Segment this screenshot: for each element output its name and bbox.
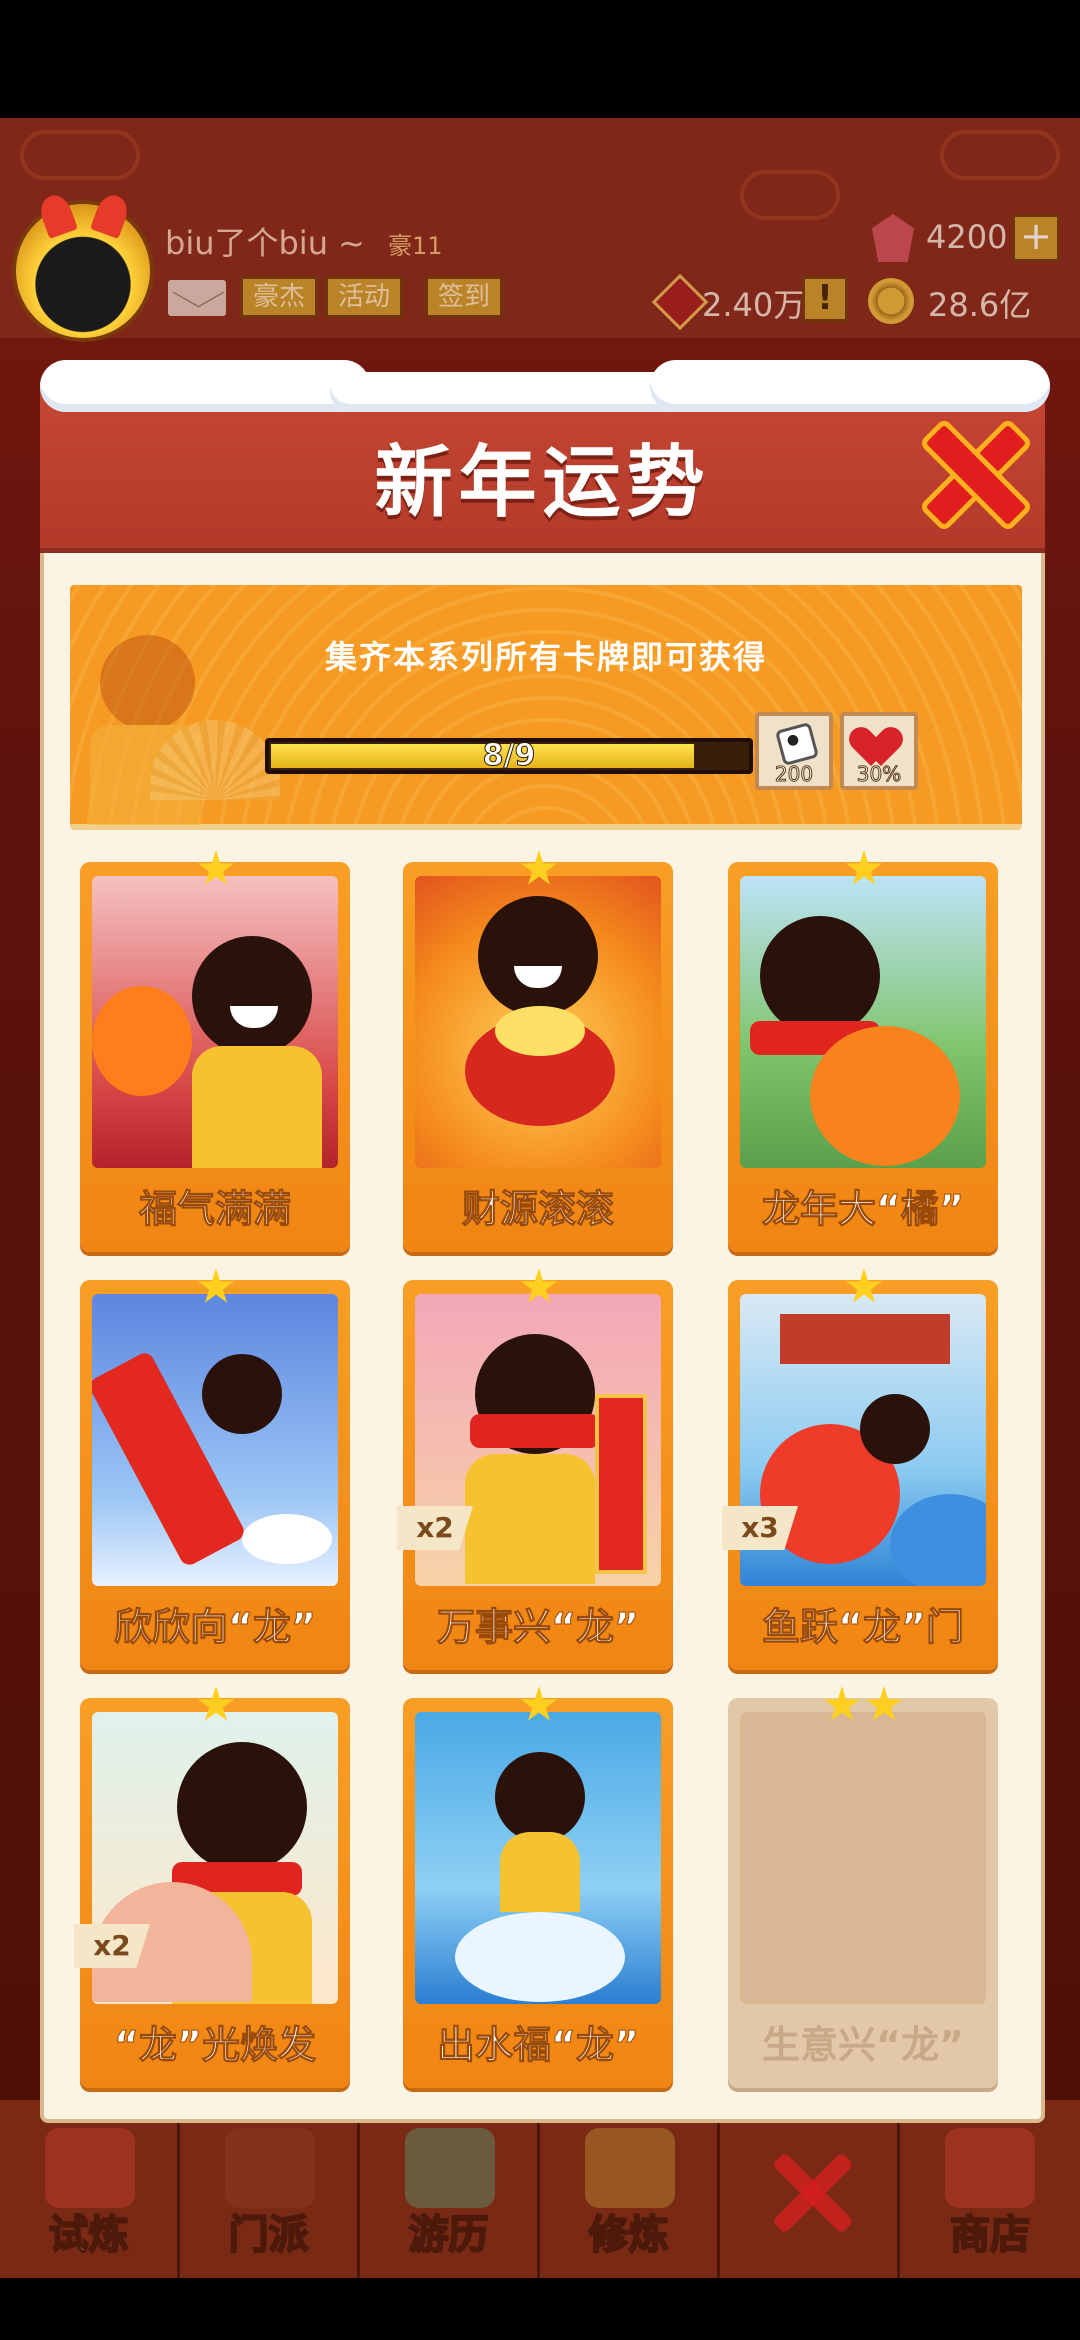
- nav-label: 修炼: [588, 2211, 670, 2259]
- nav-shop[interactable]: 商店: [900, 2100, 1080, 2280]
- card-name: 万事兴“龙”: [437, 1605, 640, 1650]
- cloud-decoration: [20, 130, 140, 180]
- hero-button[interactable]: 豪杰: [240, 276, 319, 318]
- nav-label: 商店: [949, 2211, 1031, 2259]
- card-name: 龙年大“橘”: [762, 1187, 965, 1232]
- coin-count: 28.6亿: [928, 286, 1032, 324]
- alert-icon[interactable]: !: [802, 276, 848, 322]
- cloud-decoration: [740, 170, 840, 220]
- card-art: [415, 1712, 661, 2004]
- card-blessing[interactable]: 福气满满: [80, 850, 350, 1252]
- player-header: [0, 118, 1080, 338]
- nav-travel[interactable]: 游历: [360, 2100, 540, 2280]
- card-name: 福气满满: [138, 1187, 291, 1232]
- card-art: [415, 876, 661, 1168]
- nav-trial[interactable]: 试炼: [0, 2100, 180, 2280]
- travel-icon: [405, 2128, 495, 2208]
- card-name: 鱼跃“龙”门: [762, 1605, 965, 1650]
- nav-sect[interactable]: 门派: [180, 2100, 360, 2280]
- dice-icon: [774, 721, 820, 767]
- system-nav-bar: [0, 2278, 1080, 2340]
- snow-decoration: [330, 372, 690, 412]
- close-button[interactable]: [920, 420, 1020, 520]
- card-name: 生意兴“龙”: [762, 2023, 964, 2067]
- card-prosperity[interactable]: x2 万事兴“龙”: [397, 1268, 673, 1670]
- nav-cultivate[interactable]: 修炼: [540, 2100, 720, 2280]
- avatar-ears-icon: [34, 195, 134, 235]
- shop-icon: [945, 2128, 1035, 2208]
- modal-title: 新年运势: [374, 438, 711, 528]
- card-wealth[interactable]: 财源滚滚: [403, 850, 673, 1252]
- card-rocket[interactable]: 欣欣向“龙”: [80, 1268, 350, 1670]
- card-art: [92, 1294, 338, 1586]
- card-radiant[interactable]: x2 “龙”光焕发: [74, 1686, 350, 2088]
- checkin-button[interactable]: 签到: [425, 276, 504, 318]
- card-name: 欣欣向“龙”: [114, 1605, 317, 1650]
- status-bar: [0, 0, 1080, 118]
- card-art-placeholder: [740, 1712, 986, 2004]
- add-gems-button[interactable]: +: [1012, 214, 1060, 262]
- nav-label: 门派: [228, 2211, 310, 2259]
- player-name: biu了个biu ~: [165, 224, 365, 262]
- trial-icon: [45, 2128, 135, 2208]
- gem-count: 4200: [926, 218, 1008, 256]
- progress-label: 8/9: [482, 738, 536, 774]
- reward-heart[interactable]: 30%: [840, 712, 918, 790]
- power-value: 2.40万: [702, 286, 806, 324]
- event-button[interactable]: 活动: [325, 276, 404, 318]
- card-business-locked[interactable]: 生意兴“龙”: [728, 1686, 998, 2088]
- reward-count: 200: [774, 762, 814, 787]
- vip-level: 豪11: [388, 232, 443, 260]
- card-art: [740, 876, 986, 1168]
- collection-progress-bar: 8/9: [265, 738, 753, 774]
- nav-label: 试炼: [48, 2211, 130, 2259]
- sect-icon: [225, 2128, 315, 2208]
- reward-dice[interactable]: 200: [755, 712, 833, 790]
- card-name: 财源滚滚: [461, 1187, 614, 1232]
- card-name: 出水福“龙”: [437, 2023, 640, 2068]
- close-icon[interactable]: [770, 2150, 856, 2236]
- banner-text: 集齐本系列所有卡牌即可获得: [324, 638, 767, 676]
- mail-icon[interactable]: [168, 280, 226, 316]
- card-name: “龙”光焕发: [114, 2023, 317, 2068]
- snow-decoration: [40, 360, 370, 412]
- card-orange[interactable]: 龙年大“橘”: [728, 850, 998, 1252]
- card-water[interactable]: 出水福“龙”: [403, 1686, 673, 2088]
- cloud-decoration: [940, 130, 1060, 180]
- nav-label: 游历: [408, 2211, 490, 2259]
- coin-icon: [868, 278, 914, 324]
- snow-decoration: [650, 360, 1050, 412]
- cultivate-icon: [585, 2128, 675, 2208]
- reward-count: 30%: [856, 762, 902, 787]
- card-fish[interactable]: x3 鱼跃“龙”门: [722, 1268, 998, 1670]
- card-art: [92, 876, 338, 1168]
